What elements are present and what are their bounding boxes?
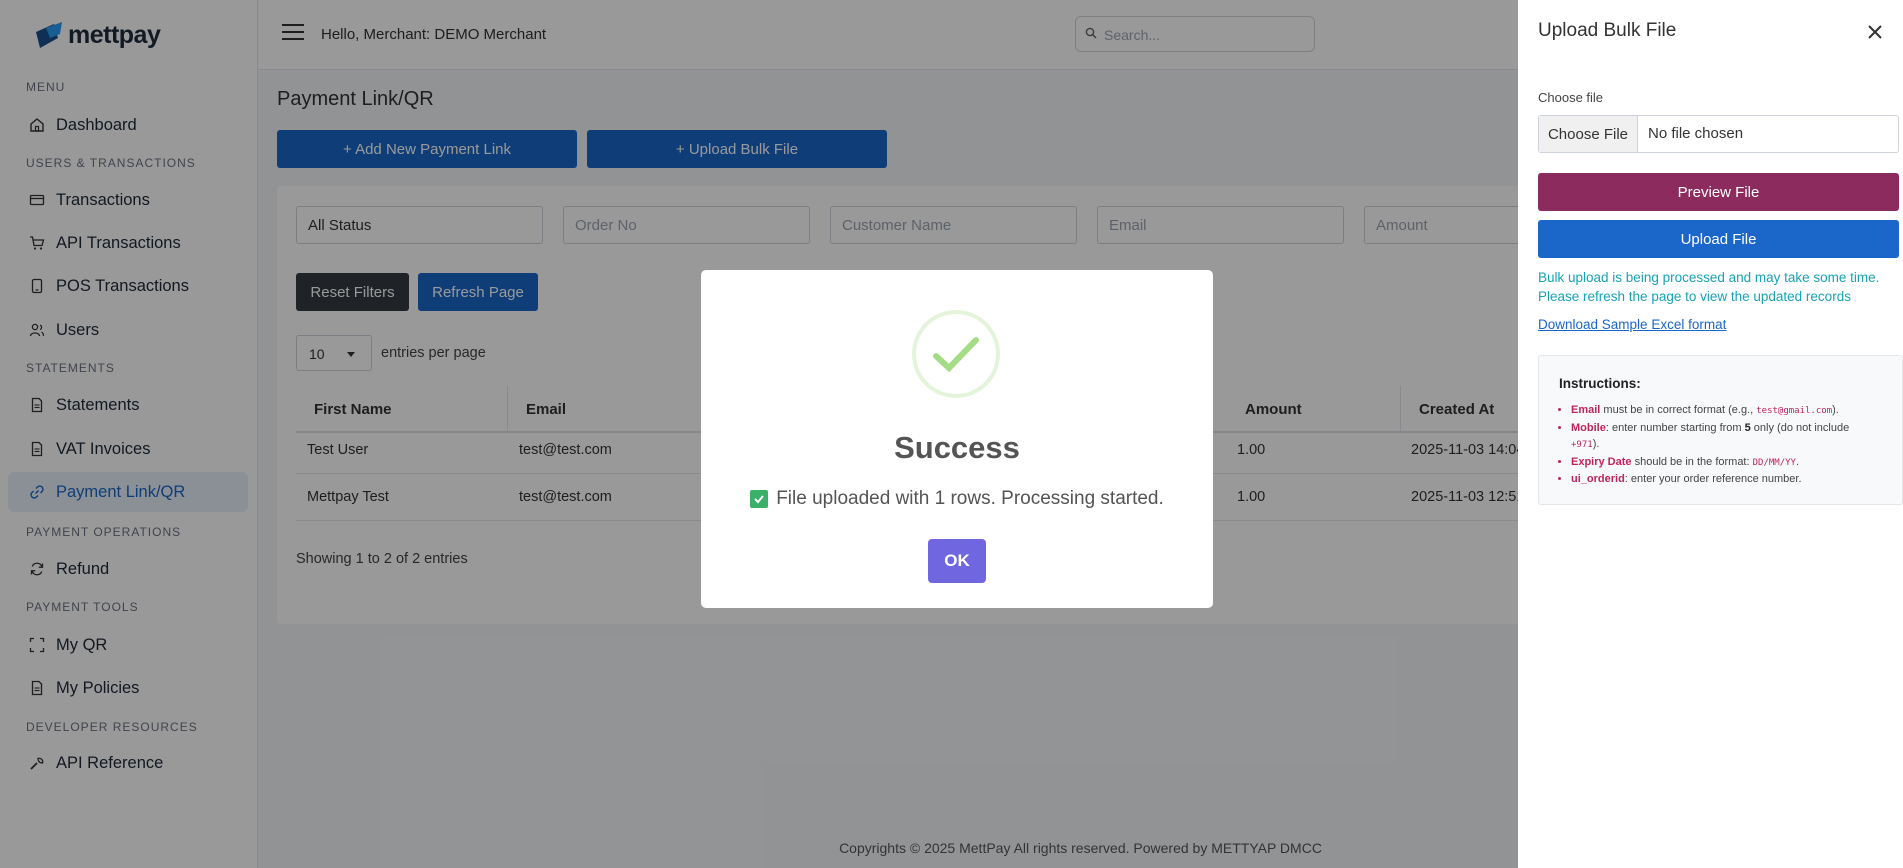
preview-file-button[interactable]: Preview File [1538,173,1899,211]
close-icon[interactable] [1867,24,1883,40]
instruction-email: Email must be in correct format (e.g., t… [1571,402,1871,420]
upload-bulk-file-panel: Upload Bulk File Choose file Choose File… [1518,0,1903,868]
instruction-expiry: Expiry Date should be in the format: DD/… [1571,454,1871,472]
ok-button[interactable]: OK [928,539,986,583]
success-check-icon [912,310,1000,398]
success-dialog: Success File uploaded with 1 rows. Proce… [701,270,1213,608]
file-input[interactable]: Choose File No file chosen [1538,115,1899,153]
instruction-mobile: Mobile: enter number starting from 5 onl… [1571,420,1871,454]
instruction-orderid: ui_orderid: enter your order reference n… [1571,471,1871,488]
choose-file-label: Choose file [1538,90,1604,105]
instructions-list: Email must be in correct format (e.g., t… [1571,402,1871,488]
instructions-box: Instructions: Email must be in correct f… [1538,355,1903,505]
download-sample-link[interactable]: Download Sample Excel format [1538,317,1726,332]
dialog-title: Success [894,430,1020,465]
dialog-message-text: File uploaded with 1 rows. Processing st… [776,488,1164,509]
file-name-text: No file chosen [1648,125,1744,142]
checkbox-check-icon [750,490,769,508]
panel-title: Upload Bulk File [1538,20,1677,41]
instructions-title: Instructions: [1559,376,1641,391]
dialog-message: File uploaded with 1 rows. Processing st… [701,488,1213,510]
bulk-upload-note: Bulk upload is being processed and may t… [1538,270,1880,304]
choose-file-button[interactable]: Choose File [1539,116,1638,152]
upload-file-button[interactable]: Upload File [1538,220,1899,258]
